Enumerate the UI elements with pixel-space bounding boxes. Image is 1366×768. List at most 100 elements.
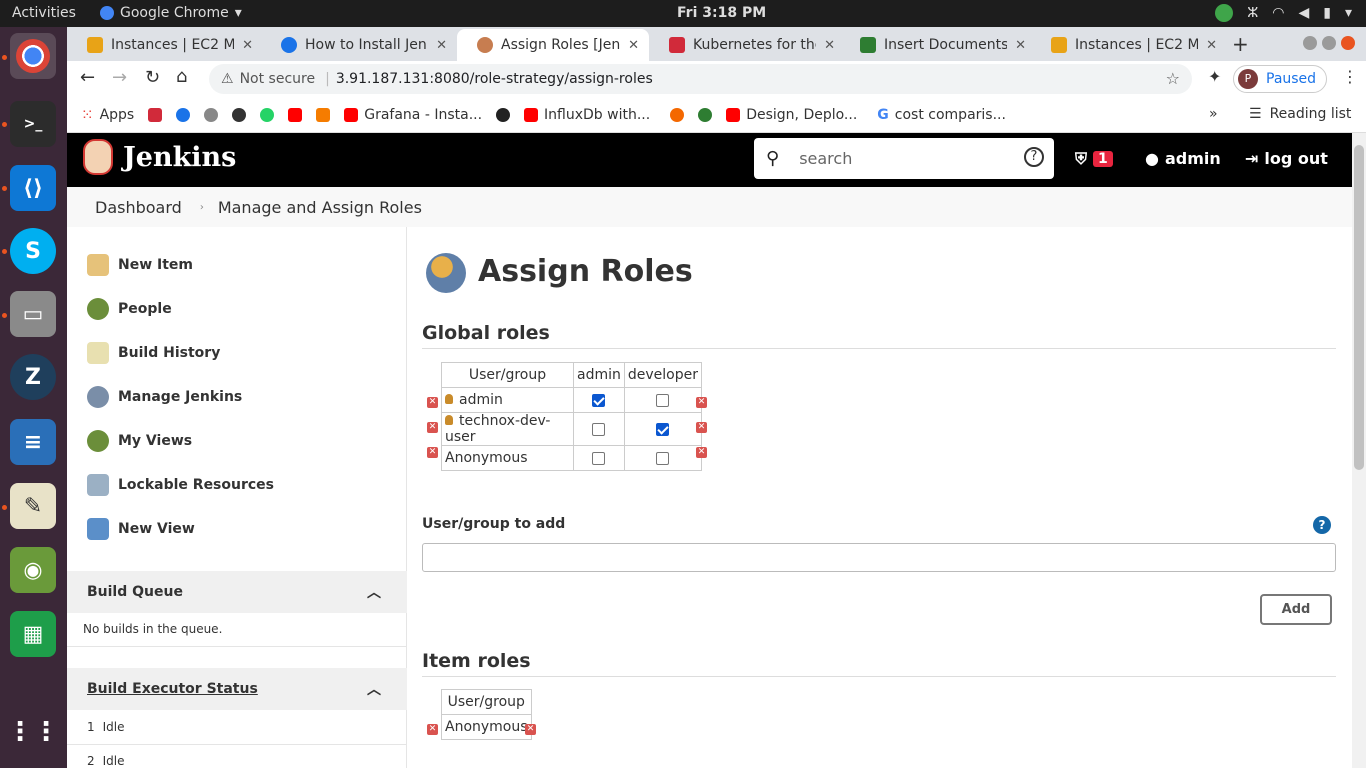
image-viewer-icon[interactable]: ◉ <box>10 547 56 593</box>
remove-row-icon[interactable]: ✕ <box>427 422 438 433</box>
chevron-up-icon[interactable]: ︿ <box>367 582 381 602</box>
minimize-icon[interactable] <box>1303 36 1317 50</box>
tab-assign-roles[interactable]: Assign Roles [Jenk ✕ <box>457 29 649 61</box>
page-scrollbar[interactable] <box>1352 133 1366 768</box>
close-icon[interactable]: ✕ <box>1206 38 1217 53</box>
bookmark-whatsapp[interactable] <box>260 108 275 122</box>
remove-row-icon[interactable]: ✕ <box>427 447 438 458</box>
skype-icon[interactable]: S <box>10 228 56 274</box>
role-checkbox[interactable] <box>592 393 606 407</box>
bookmark-apps[interactable]: ⁙ Apps <box>81 106 134 124</box>
bookmarks-bar: ⁙ Apps Grafana - Insta... InfluxDb with..… <box>67 98 1366 133</box>
bookmark-c[interactable] <box>176 108 191 122</box>
executor-status-header[interactable]: Build Executor Status ︿ <box>67 668 407 710</box>
bookmark-globe[interactable] <box>232 108 247 122</box>
search-box[interactable]: ⚲ search ? <box>754 138 1054 179</box>
address-bar[interactable]: ⚠ Not secure | 3.91.187.131:8080/role-st… <box>209 64 1192 94</box>
remove-row-icon[interactable]: ✕ <box>696 447 707 458</box>
remove-row-icon[interactable]: ✕ <box>427 724 438 735</box>
bookmark-youtube[interactable] <box>288 108 303 122</box>
back-icon[interactable]: ← <box>80 67 95 88</box>
activities-button[interactable]: Activities <box>12 5 76 21</box>
bookmark-box[interactable] <box>316 108 331 122</box>
security-alert[interactable]: ⛨ 1 <box>1075 149 1113 169</box>
logout-link[interactable]: ⇥ log out <box>1245 149 1328 168</box>
running-indicator <box>2 249 7 254</box>
forward-icon[interactable]: → <box>112 67 127 88</box>
writer-icon[interactable]: ≡ <box>10 419 56 465</box>
breadcrumb-dashboard[interactable]: Dashboard <box>95 198 182 217</box>
task-new-item[interactable]: New Item <box>87 254 193 276</box>
task-people[interactable]: People <box>87 298 172 320</box>
breadcrumb-current[interactable]: Manage and Assign Roles <box>218 198 422 217</box>
bookmark-udemy[interactable] <box>148 108 163 122</box>
remove-row-icon[interactable]: ✕ <box>427 397 438 408</box>
help-icon[interactable]: ? <box>1313 516 1331 534</box>
files-icon[interactable]: ▭ <box>10 291 56 337</box>
add-button[interactable]: Add <box>1260 594 1332 625</box>
role-checkbox[interactable] <box>592 451 606 465</box>
close-icon[interactable]: ✕ <box>628 38 639 53</box>
remove-row-icon[interactable]: ✕ <box>696 422 707 433</box>
bookmark-grafana[interactable]: Grafana - Insta... <box>344 107 482 123</box>
system-tray[interactable]: ⵣ ◠ ◀ ▮ ▾ <box>1215 4 1352 22</box>
maximize-icon[interactable] <box>1322 36 1336 50</box>
clock[interactable]: Fri 3:18 PM <box>677 5 766 21</box>
menu-icon[interactable]: ⋮ <box>1342 67 1358 86</box>
help-icon[interactable]: ? <box>1024 147 1044 167</box>
close-icon[interactable]: ✕ <box>824 38 835 53</box>
show-apps-icon[interactable]: ⋮⋮ <box>7 709 59 755</box>
scrollbar-thumb[interactable] <box>1354 145 1364 470</box>
profile-button[interactable]: P Paused <box>1233 65 1327 93</box>
role-checkbox[interactable] <box>656 451 670 465</box>
task-manage-jenkins[interactable]: Manage Jenkins <box>87 386 242 408</box>
bookmark-gear[interactable] <box>204 108 219 122</box>
vscode-icon[interactable]: ⟨⟩ <box>10 165 56 211</box>
role-checkbox[interactable] <box>656 422 670 436</box>
chrome-dock-icon[interactable] <box>10 33 56 79</box>
close-icon[interactable]: ✕ <box>1015 38 1026 53</box>
task-my-views[interactable]: My Views <box>87 430 192 452</box>
window-controls[interactable] <box>1303 36 1355 50</box>
bookmark-design[interactable]: Design, Deplo... <box>726 107 857 123</box>
reload-icon[interactable]: ↻ <box>145 67 160 88</box>
tab-kubernetes[interactable]: Kubernetes for the ✕ <box>649 29 845 61</box>
new-tab-button[interactable]: + <box>1232 32 1249 56</box>
bookmark-star-icon[interactable]: ☆ <box>1166 69 1180 88</box>
bookmark-grafana-logo[interactable] <box>670 108 685 122</box>
bookmark-influxdb[interactable]: InfluxDb with... <box>524 107 650 123</box>
close-icon[interactable]: ✕ <box>436 38 447 53</box>
tab-insert-documents[interactable]: Insert Documents ✕ <box>840 29 1036 61</box>
reading-list-button[interactable]: ☰ Reading list <box>1249 106 1351 122</box>
remove-row-icon[interactable]: ✕ <box>696 397 707 408</box>
task-build-history[interactable]: Build History <box>87 342 220 364</box>
home-icon[interactable]: ⌂ <box>176 66 187 87</box>
text-editor-icon[interactable]: ✎ <box>10 483 56 529</box>
task-new-view[interactable]: New View <box>87 518 195 540</box>
terminal-icon[interactable]: >_ <box>10 101 56 147</box>
remove-row-icon[interactable]: ✕ <box>525 724 536 735</box>
user-name: Anonymous <box>445 450 528 466</box>
tab-ec2-1[interactable]: Instances | EC2 Ma ✕ <box>67 29 263 61</box>
more-bookmarks-icon[interactable]: » <box>1209 106 1218 122</box>
extensions-icon[interactable]: ✦ <box>1208 67 1221 86</box>
close-window-icon[interactable] <box>1341 36 1355 50</box>
bookmark-green[interactable] <box>698 108 713 122</box>
user-link[interactable]: ● admin <box>1145 149 1221 168</box>
build-queue-header[interactable]: Build Queue ︿ <box>67 571 407 613</box>
add-user-input[interactable] <box>422 543 1336 572</box>
jenkins-logo[interactable]: Jenkins <box>83 139 236 175</box>
app-menu[interactable]: Google Chrome ▾ <box>100 5 242 21</box>
tab-ec2-2[interactable]: Instances | EC2 Ma ✕ <box>1031 29 1227 61</box>
bookmark-cost[interactable]: Gcost comparis... <box>877 107 1006 123</box>
close-icon[interactable]: ✕ <box>242 38 253 53</box>
executor-status-title[interactable]: Build Executor Status <box>87 681 258 697</box>
zulip-dock-icon[interactable]: Z <box>10 354 56 400</box>
task-lockable-resources[interactable]: Lockable Resources <box>87 474 274 496</box>
bookmark-github[interactable] <box>496 108 511 122</box>
tab-install-jenkins[interactable]: How to Install Jenk ✕ <box>261 29 457 61</box>
role-checkbox[interactable] <box>656 393 670 407</box>
chevron-up-icon[interactable]: ︿ <box>367 679 381 699</box>
role-checkbox[interactable] <box>592 422 606 436</box>
calc-icon[interactable]: ▦ <box>10 611 56 657</box>
